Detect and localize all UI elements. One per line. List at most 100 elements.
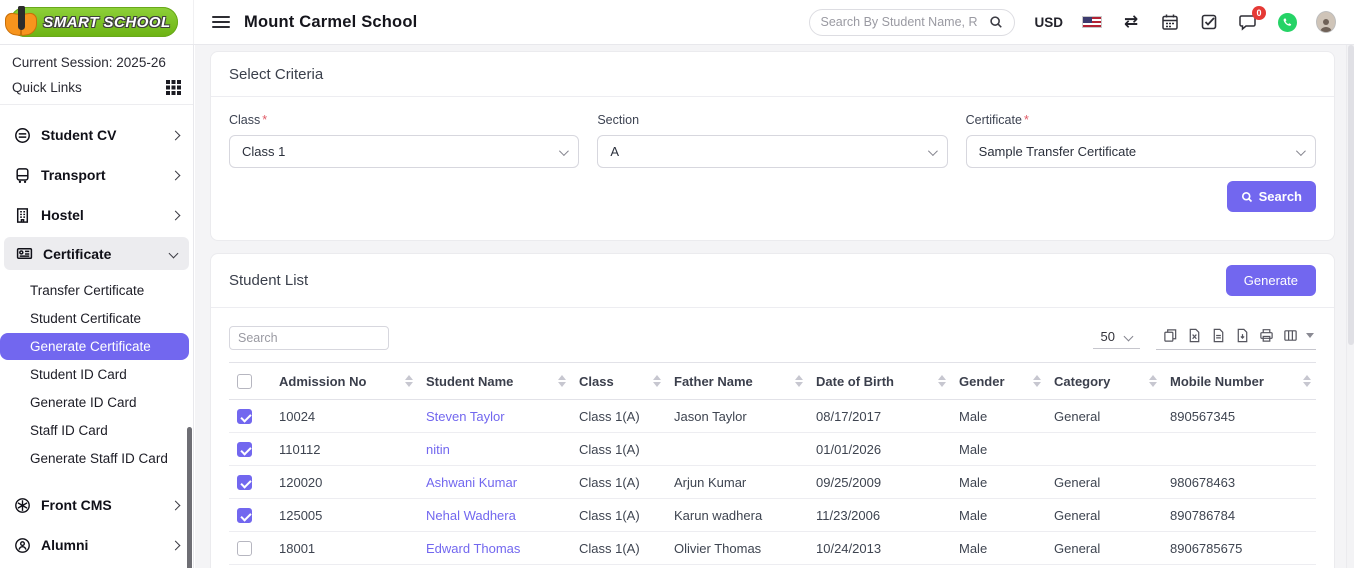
sidebar-item-front-cms[interactable]: Front CMS	[0, 485, 193, 525]
field-label: Certificate*	[966, 113, 1316, 127]
sidebar-item-alumni[interactable]: Alumni	[0, 525, 193, 565]
sidebar-item-certificate[interactable]: Certificate	[4, 237, 189, 270]
row-checkbox[interactable]	[237, 541, 252, 556]
app-logo[interactable]: SMART SCHOOL	[0, 0, 194, 44]
user-avatar[interactable]	[1316, 12, 1336, 32]
student-name-link[interactable]: Ashwani Kumar	[426, 475, 517, 490]
section-select[interactable]: A	[597, 135, 947, 168]
column-header-class[interactable]: Class	[571, 363, 666, 400]
tasks-icon[interactable]	[1199, 12, 1219, 32]
chevron-down-icon	[928, 146, 938, 156]
cell-class: Class 1(A)	[571, 400, 666, 433]
column-header-category[interactable]: Category	[1046, 363, 1162, 400]
excel-icon[interactable]	[1182, 325, 1206, 345]
column-header-father-name[interactable]: Father Name	[666, 363, 808, 400]
search-icon[interactable]	[988, 14, 1004, 30]
cell-class: Class 1(A)	[571, 433, 666, 466]
table-row: 125005Nehal WadheraClass 1(A)Karun wadhe…	[229, 499, 1316, 532]
quick-links-grid-icon[interactable]	[166, 80, 181, 95]
page-scrollbar[interactable]	[1346, 45, 1354, 568]
column-header-gender[interactable]: Gender	[951, 363, 1046, 400]
submenu-item-generate-staff-id-card[interactable]: Generate Staff ID Card	[0, 445, 189, 472]
student-table: Admission NoStudent NameClassFather Name…	[229, 362, 1316, 568]
search-button[interactable]: Search	[1227, 181, 1316, 212]
book-pen-icon	[4, 4, 40, 38]
certificate-icon	[16, 245, 33, 262]
chevron-down-icon	[1296, 146, 1306, 156]
row-checkbox[interactable]	[237, 409, 252, 424]
pdf-icon[interactable]	[1230, 325, 1254, 345]
sort-icon	[653, 375, 662, 387]
print-icon[interactable]	[1254, 325, 1278, 345]
sidebar-item-transport[interactable]: Transport	[0, 155, 193, 195]
cell-father-name: Karun wadhera	[666, 499, 808, 532]
table-row: 110112nitinClass 1(A)01/01/2026Male	[229, 433, 1316, 466]
submenu-item-student-certificate[interactable]: Student Certificate	[0, 305, 189, 332]
table-row: 120020Ashwani KumarClass 1(A)Arjun Kumar…	[229, 466, 1316, 499]
currency-selector[interactable]: USD	[1034, 15, 1063, 30]
language-flag-icon[interactable]	[1082, 16, 1102, 28]
sidebar-item-student-cv[interactable]: Student CV	[0, 115, 193, 155]
cell-category: General	[1046, 499, 1162, 532]
logo-text: SMART SCHOOL	[43, 14, 170, 31]
copy-icon[interactable]	[1158, 325, 1182, 345]
table-search-input[interactable]	[229, 326, 389, 350]
chevron-down-icon	[559, 146, 569, 156]
cell-gender: Male	[951, 466, 1046, 499]
csv-icon[interactable]	[1206, 325, 1230, 345]
sort-icon	[405, 375, 414, 387]
certificate-select[interactable]: Sample Transfer Certificate	[966, 135, 1316, 168]
cell-category: General	[1046, 400, 1162, 433]
sort-icon	[938, 375, 947, 387]
whatsapp-icon[interactable]	[1277, 12, 1297, 32]
student-name-link[interactable]: Steven Taylor	[426, 409, 505, 424]
hostel-icon	[14, 207, 31, 224]
student-name-link[interactable]: nitin	[426, 442, 450, 457]
select-all-checkbox[interactable]	[237, 374, 252, 389]
sidebar-scrollbar[interactable]	[187, 427, 192, 568]
certificate-submenu: Transfer CertificateStudent CertificateG…	[0, 272, 193, 475]
cell-father-name: Arjun Kumar	[666, 466, 808, 499]
columns-caret-icon[interactable]	[1306, 333, 1314, 338]
submenu-item-generate-certificate[interactable]: Generate Certificate	[0, 333, 189, 360]
chevron-right-icon	[171, 130, 181, 140]
field-section: SectionA	[597, 113, 947, 168]
submenu-item-student-id-card[interactable]: Student ID Card	[0, 361, 189, 388]
sidebar-item-hostel[interactable]: Hostel	[0, 195, 193, 235]
submenu-item-transfer-certificate[interactable]: Transfer Certificate	[0, 277, 189, 304]
row-checkbox[interactable]	[237, 508, 252, 523]
select-criteria-title: Select Criteria	[211, 52, 1334, 97]
cell-admission-no: 125005	[271, 499, 418, 532]
front-cms-icon	[14, 497, 31, 514]
page-size-select[interactable]: 50	[1093, 327, 1140, 349]
cell-category: General	[1046, 466, 1162, 499]
field-label: Class*	[229, 113, 579, 127]
page-title: Mount Carmel School	[244, 13, 417, 32]
generate-button[interactable]: Generate	[1226, 265, 1316, 296]
sidebar: Current Session: 2025-26 Quick Links Stu…	[0, 45, 194, 568]
row-checkbox[interactable]	[237, 442, 252, 457]
calendar-icon[interactable]	[1160, 12, 1180, 32]
student-name-link[interactable]: Edward Thomas	[426, 541, 520, 556]
class-select[interactable]: Class 1	[229, 135, 579, 168]
cell-gender: Male	[951, 433, 1046, 466]
exchange-icon[interactable]: ⇄	[1121, 12, 1141, 32]
submenu-item-generate-id-card[interactable]: Generate ID Card	[0, 389, 189, 416]
cell-father-name: Jason Taylor	[666, 400, 808, 433]
column-header-date-of-birth[interactable]: Date of Birth	[808, 363, 951, 400]
student-name-link[interactable]: Nehal Wadhera	[426, 508, 516, 523]
row-checkbox[interactable]	[237, 475, 252, 490]
messages-icon[interactable]: 0	[1238, 12, 1258, 32]
cell-father-name	[666, 433, 808, 466]
column-header-mobile-number[interactable]: Mobile Number	[1162, 363, 1316, 400]
columns-icon[interactable]	[1278, 325, 1302, 345]
hamburger-menu-icon[interactable]	[212, 16, 230, 28]
cell-gender: Male	[951, 400, 1046, 433]
submenu-item-staff-id-card[interactable]: Staff ID Card	[0, 417, 189, 444]
global-search-input[interactable]	[820, 15, 988, 29]
column-header-admission-no[interactable]: Admission No	[271, 363, 418, 400]
sort-icon	[558, 375, 567, 387]
chevron-right-icon	[171, 210, 181, 220]
column-header-student-name[interactable]: Student Name	[418, 363, 571, 400]
chevron-right-icon	[171, 540, 181, 550]
